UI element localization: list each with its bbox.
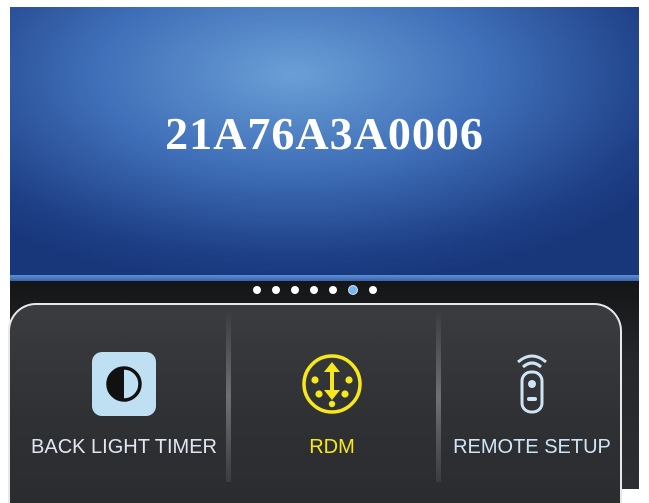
back-light-timer-label: BACK LIGHT TIMER bbox=[31, 436, 217, 458]
page-dot[interactable] bbox=[271, 286, 280, 294]
page-dot-active[interactable] bbox=[347, 285, 358, 295]
page-dot[interactable] bbox=[368, 286, 377, 294]
status-display: 21A76A3A0006 bbox=[10, 7, 639, 275]
page-dot[interactable] bbox=[290, 286, 299, 294]
contrast-icon bbox=[92, 352, 156, 416]
page-dot[interactable] bbox=[328, 286, 337, 294]
serial-number: 21A76A3A0006 bbox=[165, 108, 484, 159]
remote-setup-label: REMOTE SETUP bbox=[453, 436, 611, 458]
back-light-timer-button[interactable]: BACK LIGHT TIMER bbox=[24, 338, 224, 488]
remote-control-icon bbox=[517, 354, 547, 414]
rdm-connector-icon bbox=[302, 354, 362, 414]
remote-setup-button[interactable]: REMOTE SETUP bbox=[432, 338, 632, 488]
rdm-button[interactable]: RDM bbox=[232, 338, 432, 488]
page-indicator bbox=[0, 284, 629, 296]
menu-divider bbox=[226, 312, 231, 482]
page-dot[interactable] bbox=[252, 286, 261, 294]
page-dot[interactable] bbox=[309, 286, 318, 294]
rdm-label: RDM bbox=[309, 436, 355, 458]
